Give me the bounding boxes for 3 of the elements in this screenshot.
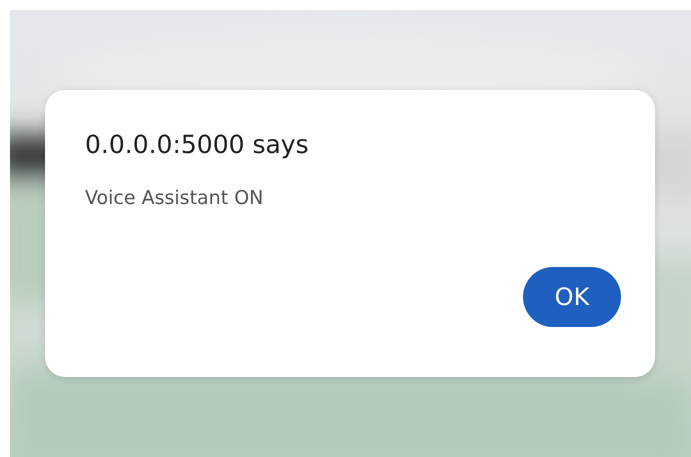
dialog-message: Voice Assistant ON [85, 187, 264, 209]
dialog-title: 0.0.0.0:5000 says [85, 130, 310, 159]
ok-button[interactable]: OK [523, 267, 621, 327]
